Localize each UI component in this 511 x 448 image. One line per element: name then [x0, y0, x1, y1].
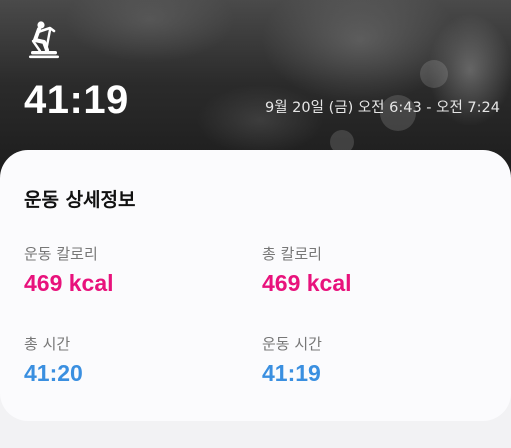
- stat-total-time: 총 시간 41:20: [24, 334, 83, 388]
- section-title: 운동 상세정보: [24, 189, 136, 211]
- workout-details-card: 운동 상세정보 운동 칼로리 469 kcal 총 칼로리 469 kcal 총…: [0, 150, 511, 421]
- stat-value: 41:19: [262, 360, 321, 386]
- stat-exercise-time: 운동 시간 41:19: [262, 334, 322, 388]
- stat-label: 총 칼로리: [262, 245, 322, 263]
- stat-label: 총 시간: [24, 335, 71, 353]
- stat-value: 469 kcal: [24, 270, 114, 296]
- stat-exercise-calories: 운동 칼로리 469 kcal: [24, 244, 114, 298]
- stat-value: 469 kcal: [262, 270, 352, 296]
- stat-label: 운동 칼로리: [24, 245, 98, 263]
- stat-label: 운동 시간: [262, 335, 322, 353]
- workout-date-range: 9월 20일 (금) 오전 6:43 - 오전 7:24: [265, 100, 500, 116]
- stat-value: 41:20: [24, 360, 83, 386]
- stationary-bike-icon: [29, 21, 59, 59]
- background-bokeh: [420, 60, 448, 88]
- stat-total-calories: 총 칼로리 469 kcal: [262, 244, 352, 298]
- workout-duration: 41:19: [24, 78, 129, 122]
